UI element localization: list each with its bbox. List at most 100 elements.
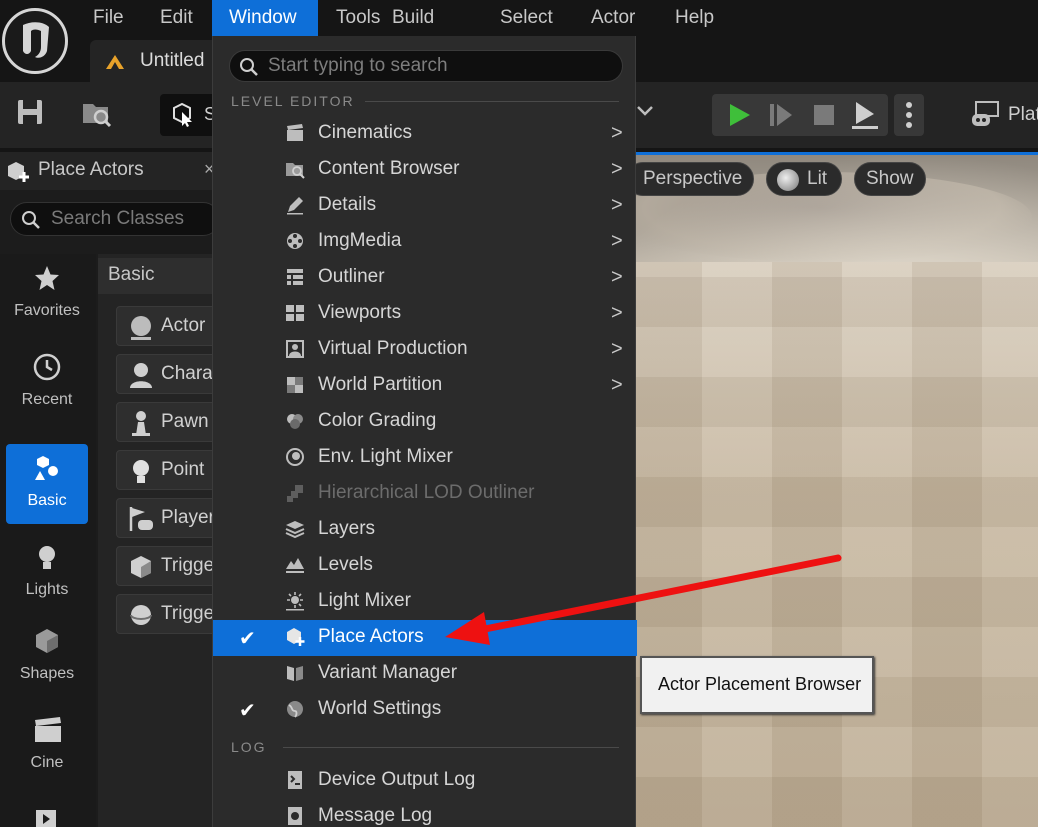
basic-shapes-icon — [33, 454, 61, 482]
actor-item-character[interactable]: Chara — [116, 354, 216, 394]
layers-icon — [285, 519, 305, 539]
search-icon — [239, 57, 259, 82]
actor-item-actor[interactable]: Actor — [116, 306, 216, 346]
category-label: Favorites — [14, 302, 80, 319]
actor-item-label: Player — [161, 507, 215, 528]
clock-icon — [33, 353, 61, 381]
menu-item-imgmedia[interactable]: ImgMedia > — [213, 224, 637, 260]
menu-item-label: Details — [318, 194, 377, 215]
menu-edit[interactable]: Edit — [152, 0, 201, 36]
menu-item-color-grading[interactable]: Color Grading — [213, 404, 637, 440]
media-icon[interactable] — [34, 808, 60, 827]
env-light-mixer-icon — [285, 447, 305, 467]
category-lights[interactable]: Lights — [6, 533, 88, 613]
menu-actor[interactable]: Actor — [583, 0, 643, 36]
menu-item-world-settings[interactable]: ✔ World Settings — [213, 692, 637, 728]
advance-frame-icon[interactable] — [768, 102, 794, 133]
eject-icon[interactable] — [850, 100, 880, 135]
unreal-logo-icon[interactable] — [2, 8, 68, 74]
chevron-right-icon: > — [611, 230, 623, 252]
category-basic[interactable]: Basic — [6, 444, 88, 524]
actor-item-label: Chara — [161, 363, 213, 384]
levels-icon — [285, 555, 305, 575]
save-icon[interactable] — [14, 96, 50, 132]
menu-item-viewports[interactable]: Viewports > — [213, 296, 637, 332]
search-classes-input[interactable]: Search Classes — [10, 202, 220, 236]
perspective-button[interactable]: Perspective — [626, 162, 754, 196]
section-divider — [283, 747, 619, 748]
menu-item-device-output-log[interactable]: Device Output Log — [213, 763, 637, 799]
lit-mode-button[interactable]: Lit — [766, 162, 842, 196]
chevron-right-icon: > — [611, 374, 623, 396]
menu-item-layers[interactable]: Layers — [213, 512, 637, 548]
menu-item-light-mixer[interactable]: Light Mixer — [213, 584, 637, 620]
menu-build[interactable]: Build — [384, 0, 442, 36]
stop-icon[interactable] — [812, 103, 836, 132]
platforms-button[interactable]: Plat — [964, 94, 1038, 136]
place-actors-panel-title: Place Actors — [38, 159, 144, 180]
menu-item-details[interactable]: Details > — [213, 188, 637, 224]
pawn-icon — [127, 409, 155, 437]
level-tab[interactable]: Untitled — [90, 40, 220, 82]
menu-item-label: Layers — [318, 518, 376, 539]
chevron-down-icon[interactable] — [636, 104, 654, 122]
category-cine[interactable]: Cine — [6, 706, 88, 786]
lightbulb-icon — [33, 543, 61, 571]
menu-tools[interactable]: Tools — [328, 0, 388, 36]
tooltip-text: Actor Placement Browser — [658, 674, 862, 694]
platforms-label: Plat — [1008, 104, 1038, 125]
content-browser-icon — [285, 159, 305, 179]
chevron-right-icon: > — [611, 338, 623, 360]
actor-item-trigger-box[interactable]: Trigge — [116, 546, 216, 586]
category-shapes[interactable]: Shapes — [6, 617, 88, 697]
place-actors-tab-icon — [6, 160, 32, 189]
viewports-icon — [285, 303, 305, 323]
actor-item-pawn[interactable]: Pawn — [116, 402, 216, 442]
category-favorites[interactable]: Favorites — [6, 254, 88, 334]
cube-icon — [33, 627, 61, 655]
basic-section-title: Basic — [108, 264, 155, 285]
select-mode-button[interactable]: S — [160, 94, 220, 136]
more-options-icon[interactable] — [894, 94, 924, 136]
menu-search-input[interactable]: Start typing to search — [229, 50, 623, 82]
clapper-icon — [33, 716, 61, 744]
browse-content-icon[interactable] — [80, 96, 116, 132]
menu-bar: File Edit Window Tools Build Select Acto… — [0, 0, 1038, 74]
menu-item-outliner[interactable]: Outliner > — [213, 260, 637, 296]
light-bulb-icon — [127, 457, 155, 485]
menu-item-variant-manager[interactable]: Variant Manager — [213, 656, 637, 692]
section-header-level-editor: LEVEL EDITOR — [231, 93, 355, 109]
search-icon — [21, 210, 41, 235]
message-log-icon — [285, 806, 305, 826]
menu-item-levels[interactable]: Levels — [213, 548, 637, 584]
menu-file[interactable]: File — [85, 0, 132, 36]
category-recent[interactable]: Recent — [6, 343, 88, 423]
actor-item-trigger-sphere[interactable]: Trigge — [116, 594, 216, 634]
hlod-outliner-icon — [285, 483, 305, 503]
menu-item-message-log[interactable]: Message Log — [213, 799, 637, 827]
menu-item-content-browser[interactable]: Content Browser > — [213, 152, 637, 188]
menu-item-virtual-production[interactable]: Virtual Production > — [213, 332, 637, 368]
play-icon[interactable] — [726, 102, 752, 133]
actor-item-point-light[interactable]: Point — [116, 450, 216, 490]
place-actors-panel: Place Actors × Search Classes Favorites … — [0, 152, 220, 827]
world-partition-icon — [285, 375, 305, 395]
menu-item-label: World Partition — [318, 374, 443, 395]
show-button[interactable]: Show — [854, 162, 926, 196]
actor-item-player-start[interactable]: Player — [116, 498, 216, 538]
menu-item-place-actors[interactable]: ✔ Place Actors — [213, 620, 637, 656]
select-mode-icon — [170, 102, 196, 133]
chevron-right-icon: > — [611, 122, 623, 144]
trigger-sphere-icon — [127, 601, 155, 629]
virtual-production-icon — [285, 339, 305, 359]
menu-help[interactable]: Help — [667, 0, 722, 36]
menu-item-hierarchical-lod-outliner: Hierarchical LOD Outliner — [213, 476, 637, 512]
menu-item-label: Virtual Production — [318, 338, 468, 359]
section-header-log: LOG — [231, 739, 267, 755]
menu-window[interactable]: Window — [212, 0, 318, 36]
menu-item-env-light-mixer[interactable]: Env. Light Mixer — [213, 440, 637, 476]
character-icon — [127, 361, 155, 389]
menu-item-world-partition[interactable]: World Partition > — [213, 368, 637, 404]
menu-item-cinematics[interactable]: Cinematics > — [213, 116, 637, 152]
menu-select[interactable]: Select — [492, 0, 561, 36]
